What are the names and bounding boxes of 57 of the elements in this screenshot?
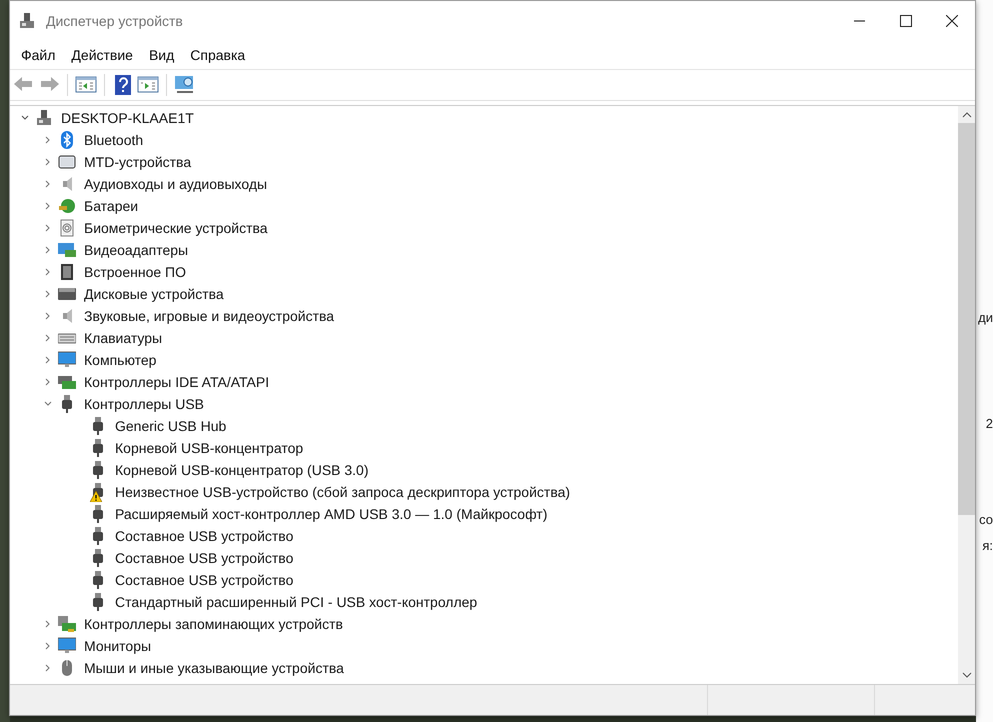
monitor-search-icon[interactable]	[174, 74, 196, 96]
scroll-thumb[interactable]	[958, 123, 975, 515]
tree-item[interactable]: MTD-устройства	[84, 154, 192, 170]
tree-item[interactable]: DESKTOP-KLAAE1T	[61, 110, 194, 126]
tree-item[interactable]: Контроллеры IDE ATA/ATAPI	[84, 374, 270, 390]
tree-item[interactable]: Составное USB устройство	[115, 528, 294, 544]
computer-icon	[18, 12, 36, 30]
tree-item[interactable]: Аудиовходы и аудиовыходы	[84, 176, 268, 192]
tree-item[interactable]: Клавиатуры	[84, 330, 162, 346]
tree-item[interactable]: Компьютер	[84, 352, 156, 368]
tree-item[interactable]: Стандартный расширенный PCI - USB хост-контроллер	[115, 594, 478, 610]
bluetooth-icon	[58, 131, 76, 149]
tree-item[interactable]: Составное USB устройство	[115, 550, 294, 566]
tree-item[interactable]: Bluetooth	[84, 132, 144, 148]
chip-icon	[58, 263, 76, 281]
card-icon	[58, 153, 76, 171]
tree-item[interactable]: Биометрические устройства	[84, 220, 268, 236]
display-adapter-icon	[58, 241, 76, 259]
maximize-icon	[900, 15, 912, 27]
monitor-icon	[58, 637, 76, 655]
cut-off-text: я:	[982, 538, 993, 554]
close-icon	[946, 15, 958, 27]
storage-controller-icon	[58, 615, 76, 633]
battery-icon	[58, 197, 76, 215]
computer-icon	[35, 109, 53, 127]
menu-item[interactable]: Файл	[14, 44, 62, 66]
tree-item[interactable]: Контроллеры запоминающих устройств	[84, 616, 343, 632]
tree-item[interactable]: Корневой USB-концентратор	[115, 440, 304, 456]
menu-item[interactable]: Вид	[142, 44, 182, 66]
scroll-down-icon[interactable]	[962, 671, 972, 679]
cut-off-text: ди	[978, 310, 993, 326]
tree-item[interactable]: Составное USB устройство	[115, 572, 294, 588]
menu-item[interactable]: Справка	[183, 44, 252, 66]
monitor-icon	[58, 351, 76, 369]
vertical-scrollbar[interactable]	[958, 106, 975, 684]
tree-item[interactable]: Встроенное ПО	[84, 264, 186, 280]
help-icon[interactable]	[112, 74, 134, 96]
disk-drive-icon	[58, 285, 76, 303]
tree-item[interactable]: Видеоадаптеры	[84, 242, 188, 258]
menu-item[interactable]: Действие	[64, 44, 140, 66]
tree-item[interactable]: Мыши и иные указывающие устройства	[84, 660, 344, 676]
controller-board-icon	[58, 373, 76, 391]
tree-item[interactable]: Мониторы	[84, 638, 152, 654]
fingerprint-icon	[58, 219, 76, 237]
tree-item[interactable]: Батареи	[84, 198, 138, 214]
tree-item[interactable]: Расширяемый хост-контроллер AMD USB 3.0 — 1.0 (Майкрософт)	[115, 506, 548, 522]
scroll-up-icon[interactable]	[962, 111, 972, 119]
tree-item[interactable]: Корневой USB-концентратор (USB 3.0)	[115, 462, 369, 478]
window-title: Диспетчер устройств	[46, 13, 183, 29]
tree-item[interactable]: Контроллеры USB	[84, 396, 204, 412]
tree-item[interactable]: Звуковые, игровые и видеоустройства	[84, 308, 334, 324]
minimize-icon	[854, 20, 866, 22]
tree-item[interactable]: Generic USB Hub	[115, 418, 226, 434]
tree-item[interactable]: Дисковые устройства	[84, 286, 224, 302]
cut-off-text: 2	[986, 416, 993, 432]
cut-off-text: со	[979, 512, 993, 528]
tree-item[interactable]: Неизвестное USB-устройство (сбой запроса дескриптора устройства)	[115, 484, 570, 500]
